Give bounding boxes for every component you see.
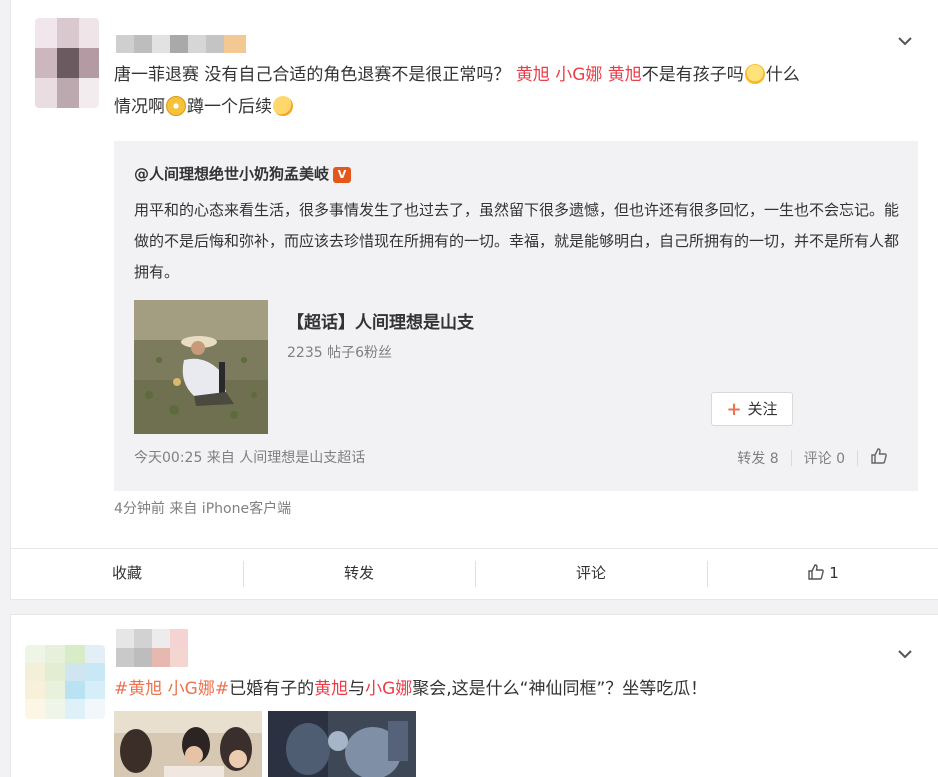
divider xyxy=(790,450,792,466)
like-button[interactable]: 1 xyxy=(707,549,938,596)
hashtag-link[interactable]: #黄旭 小G娜# xyxy=(114,679,229,699)
chevron-down-icon[interactable] xyxy=(898,36,912,50)
feed-card: #黄旭 小G娜#已婚有子的黄旭与小G娜聚会,这是什么“神仙同框”？坐等吃瓜！ xyxy=(10,614,938,777)
avatar[interactable] xyxy=(25,645,105,719)
divider xyxy=(857,450,858,466)
quoted-post[interactable]: @人间理想绝世小奶狗孟美岐 V 用平和的心态来看生活，很多事情发生了也过去了，虽然… xyxy=(114,141,918,491)
thumbs-up-icon[interactable] xyxy=(870,447,888,469)
like-count: 1 xyxy=(829,564,839,582)
action-bar: 收藏 转发 评论 1 xyxy=(11,548,938,596)
dizzy-emoji-icon xyxy=(744,64,765,84)
repost-button[interactable]: 转发 xyxy=(243,549,475,596)
post-meta[interactable]: 4分钟前 来自 iPhone客户端 xyxy=(114,498,291,518)
topic-title[interactable]: 【超话】人间理想是山支 xyxy=(287,308,474,333)
quote-actions: 转发 8 评论 0 xyxy=(737,447,888,469)
comment-button[interactable]: 评论 xyxy=(475,549,707,596)
favorite-button[interactable]: 收藏 xyxy=(11,549,243,596)
post-image[interactable] xyxy=(268,711,416,777)
topic-stats: 2235 帖子6粉丝 xyxy=(287,345,392,361)
avatar[interactable] xyxy=(35,18,99,108)
shocked-emoji-icon xyxy=(166,96,186,116)
chevron-down-icon[interactable] xyxy=(898,649,912,663)
plus-icon: + xyxy=(726,399,742,420)
quote-repost-link[interactable]: 转发 8 xyxy=(737,448,778,468)
quote-meta[interactable]: 今天00:25 来自 人间理想是山支超话 xyxy=(134,447,365,467)
quote-author[interactable]: @人间理想绝世小奶狗孟美岐 V xyxy=(134,163,352,184)
topic-thumbnail-image[interactable] xyxy=(134,300,268,434)
post-text: 唐一菲退赛 没有自己合适的角色退赛不是很正常吗？ 黄旭 小G娜 黄旭不是有孩子吗… xyxy=(114,64,800,117)
quote-body: 用平和的心态来看生活，很多事情发生了也过去了，虽然留下很多遗憾，但也许还有很多回… xyxy=(134,201,900,281)
follow-button[interactable]: + 关注 xyxy=(711,392,793,426)
post-text: #黄旭 小G娜#已婚有子的黄旭与小G娜聚会,这是什么“神仙同框”？坐等吃瓜！ xyxy=(114,679,708,699)
author-name-blurred[interactable] xyxy=(116,35,246,53)
verified-badge-icon: V xyxy=(333,167,352,183)
author-name-blurred[interactable] xyxy=(116,629,196,667)
thumbs-up-icon xyxy=(807,552,825,600)
drool-emoji-icon xyxy=(273,96,293,116)
quote-comment-link[interactable]: 评论 0 xyxy=(804,448,845,468)
mention-link[interactable]: 小G娜 xyxy=(365,679,412,699)
post-image[interactable] xyxy=(114,711,262,777)
feed-card: 唐一菲退赛 没有自己合适的角色退赛不是很正常吗？ 黄旭 小G娜 黄旭不是有孩子吗… xyxy=(10,0,938,600)
mention-link[interactable]: 黄旭 xyxy=(314,679,348,699)
mention-link[interactable]: 黄旭 小G娜 黄旭 xyxy=(516,65,642,85)
